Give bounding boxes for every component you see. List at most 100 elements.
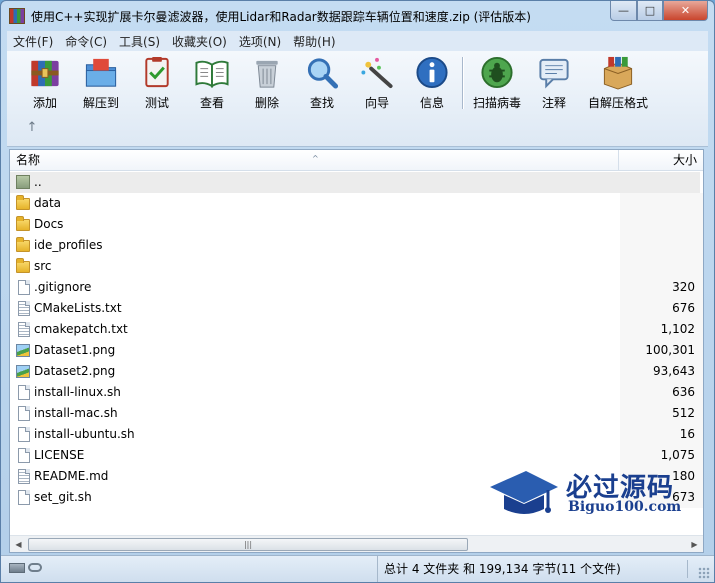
column-size-header[interactable]: 大小	[620, 150, 703, 171]
info-icon	[416, 56, 448, 89]
watermark-domain-text: Biguo100.com	[568, 499, 682, 515]
file-size: 1,075	[660, 448, 695, 462]
file-size: 93,643	[653, 364, 695, 378]
title-bar[interactable]: 使用C++实现扩展卡尔曼滤波器，使用Lidar和Radar数据跟踪车辆位置和速度…	[1, 1, 714, 31]
file-name: src	[34, 259, 52, 273]
sfx-label: 自解压格式	[587, 96, 648, 110]
find-label: 查找	[309, 96, 334, 110]
wizard-label: 向导	[364, 96, 389, 110]
menu-bar: 文件(F) 命令(C) 工具(S) 收藏夹(O) 选项(N) 帮助(H)	[7, 31, 708, 51]
maximize-button[interactable]: □	[637, 1, 663, 21]
table-row[interactable]: install-ubuntu.sh 16	[10, 424, 703, 445]
file-name: set_git.sh	[34, 490, 92, 504]
status-bar: 总计 4 文件夹 和 199,134 字节(11 个文件)	[1, 555, 714, 582]
folder-icon	[16, 237, 30, 252]
file-name: install-ubuntu.sh	[34, 427, 135, 441]
table-row[interactable]: Dataset2.png 93,643	[10, 361, 703, 382]
text-file-icon	[18, 301, 30, 316]
file-name: ..	[34, 175, 42, 189]
comment-label: 注释	[541, 96, 566, 110]
wizard-button[interactable]: 向导	[349, 55, 405, 111]
winrar-app-icon[interactable]	[9, 8, 25, 24]
view-button[interactable]: 查看	[184, 55, 240, 111]
minimize-button[interactable]: —	[610, 1, 637, 21]
window-title: 使用C++实现扩展卡尔曼滤波器，使用Lidar和Radar数据跟踪车辆位置和速度…	[31, 10, 531, 24]
column-name-header[interactable]: 名称 ^	[10, 150, 619, 171]
scroll-right-button[interactable]: ▶	[686, 536, 703, 552]
file-name: Dataset1.png	[34, 343, 116, 357]
file-name: ide_profiles	[34, 238, 103, 252]
view-book-icon	[195, 60, 229, 88]
info-button[interactable]: 信息	[404, 55, 460, 111]
scroll-left-button[interactable]: ◀	[10, 536, 27, 552]
file-size: 100,301	[645, 343, 695, 357]
folder-icon	[16, 258, 30, 273]
status-summary: 总计 4 文件夹 和 199,134 字节(11 个文件)	[377, 556, 621, 582]
menu-help[interactable]: 帮助(H)	[287, 33, 341, 50]
file-size: 1,102	[660, 322, 695, 336]
menu-tools[interactable]: 工具(S)	[113, 33, 166, 50]
table-row[interactable]: data	[10, 193, 703, 214]
table-row[interactable]: install-mac.sh 512	[10, 403, 703, 424]
scrollbar-thumb[interactable]: |||	[28, 538, 468, 551]
drive-icon[interactable]	[9, 563, 25, 573]
sort-ascending-icon: ^	[312, 154, 319, 163]
table-row[interactable]: .gitignore 320	[10, 277, 703, 298]
list-header: 名称 ^ 大小	[10, 150, 703, 171]
menu-file[interactable]: 文件(F)	[7, 33, 59, 50]
file-name: README.md	[34, 469, 109, 483]
key-icon[interactable]	[28, 563, 42, 572]
file-icon	[18, 448, 30, 463]
status-divider	[687, 560, 688, 578]
table-row[interactable]: ide_profiles	[10, 235, 703, 256]
trash-icon	[256, 60, 278, 88]
scan-virus-label: 扫描病毒	[472, 96, 521, 110]
extract-to-button[interactable]: 解压到	[73, 55, 129, 111]
comment-button[interactable]: 注释	[526, 55, 582, 111]
file-icon	[18, 280, 30, 295]
menu-commands[interactable]: 命令(C)	[59, 33, 113, 50]
add-button[interactable]: 添加	[17, 55, 73, 111]
file-name: LICENSE	[34, 448, 85, 462]
file-name: cmakepatch.txt	[34, 322, 128, 336]
sfx-button[interactable]: 自解压格式	[583, 55, 653, 111]
table-row[interactable]: install-linux.sh 636	[10, 382, 703, 403]
file-name: CMakeLists.txt	[34, 301, 122, 315]
close-button[interactable]: ✕	[663, 1, 708, 21]
test-icon	[145, 56, 169, 88]
delete-button[interactable]: 删除	[239, 55, 295, 111]
horizontal-scrollbar[interactable]: ◀ ||| ▶	[10, 535, 703, 552]
column-name-label: 名称	[16, 153, 41, 167]
file-size: 512	[672, 406, 695, 420]
menu-favorites[interactable]: 收藏夹(O)	[166, 33, 233, 50]
toolbar-separator	[462, 57, 464, 109]
table-row[interactable]: CMakeLists.txt 676	[10, 298, 703, 319]
file-icon	[18, 385, 30, 400]
winrar-window: 使用C++实现扩展卡尔曼滤波器，使用Lidar和Radar数据跟踪车辆位置和速度…	[0, 0, 715, 583]
file-size: 636	[672, 385, 695, 399]
text-file-icon	[18, 469, 30, 484]
text-file-icon	[18, 322, 30, 337]
file-rows: .. data Docs ide_profiles src .gitignore…	[10, 172, 703, 508]
status-icons	[9, 563, 42, 573]
table-row[interactable]: LICENSE 1,075	[10, 445, 703, 466]
table-row[interactable]: src	[10, 256, 703, 277]
image-file-icon	[16, 365, 30, 378]
graduation-cap-icon	[490, 471, 558, 514]
add-archive-icon	[31, 60, 59, 87]
add-label: 添加	[32, 96, 57, 110]
find-button[interactable]: 查找	[294, 55, 350, 111]
table-row[interactable]: cmakepatch.txt 1,102	[10, 319, 703, 340]
menu-options[interactable]: 选项(N)	[233, 33, 287, 50]
up-folder-button[interactable]: ↑	[25, 121, 39, 135]
virus-scan-icon	[481, 56, 513, 89]
table-row-parent[interactable]: ..	[10, 172, 703, 193]
scan-virus-button[interactable]: 扫描病毒	[467, 55, 527, 111]
info-label: 信息	[419, 96, 444, 110]
table-row[interactable]: Docs	[10, 214, 703, 235]
test-button[interactable]: 测试	[129, 55, 185, 111]
file-name: data	[34, 196, 62, 210]
extract-to-icon	[85, 58, 117, 87]
resize-grip[interactable]	[698, 567, 710, 579]
table-row[interactable]: Dataset1.png 100,301	[10, 340, 703, 361]
